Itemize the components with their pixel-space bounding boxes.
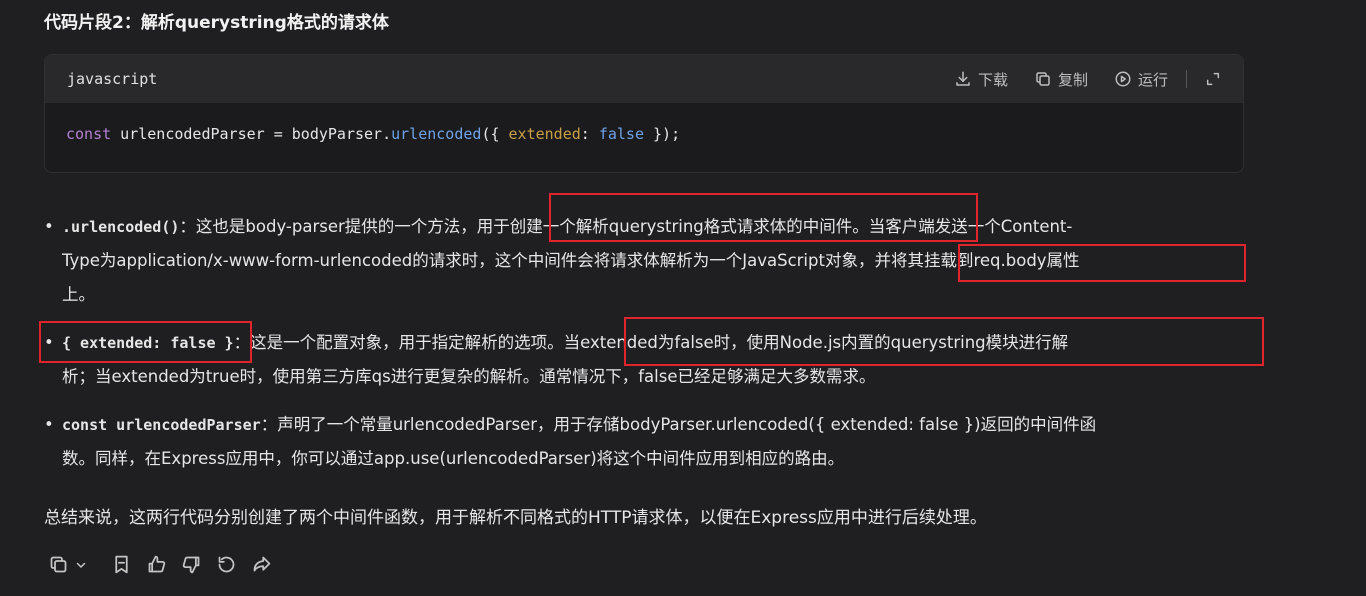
dislike-button[interactable] (181, 554, 202, 575)
code-keyword: const (66, 125, 112, 143)
chat-response: 代码片段2：解析querystring格式的请求体 javascript 下载 … (0, 0, 1366, 596)
code-boolean: false (598, 125, 644, 143)
expand-icon (1206, 72, 1220, 86)
copy-label: 复制 (1057, 70, 1088, 89)
list-item: { extended: false }：这是一个配置对象，用于指定解析的选项。当… (44, 326, 1244, 394)
copy-message-button[interactable] (48, 554, 69, 575)
code-text: urlencodedParser = bodyParser. (111, 125, 392, 143)
list-item-term: { extended: false } (62, 334, 234, 352)
thumbs-down-icon (182, 556, 200, 574)
list-item-text: ：这是一个配置对象，用于指定解析的选项。当extended为false时，使用N… (233, 333, 1069, 352)
list-item-text: ：声明了一个常量urlencodedParser，用于存储bodyParser.… (260, 415, 1097, 434)
copy-icon (1036, 72, 1050, 86)
list-item: .urlencoded()：这也是body-parser提供的一个方法，用于创建… (44, 210, 1244, 312)
list-item-term: .urlencoded() (62, 218, 180, 236)
code-property: extended (508, 125, 581, 143)
list-item-text: Type为application/x-www-form-urlencoded的请… (62, 251, 1080, 270)
code-header: javascript 下载 复制 运行 (45, 55, 1243, 103)
share-button[interactable] (251, 554, 272, 575)
code-content: const urlencodedParser = bodyParser.urle… (45, 103, 1243, 165)
code-text: ({ (481, 125, 509, 143)
list-item-term: const urlencodedParser (62, 416, 261, 434)
share-icon (253, 556, 271, 572)
explanation-list: .urlencoded()：这也是body-parser提供的一个方法，用于创建… (44, 210, 1244, 490)
code-language-label: javascript (67, 70, 158, 88)
list-item-text: 数。同样，在Express应用中，你可以通过app.use(urlencoded… (62, 449, 845, 468)
list-item-text: ：这也是body-parser提供的一个方法，用于创建一个解析querystri… (179, 217, 1073, 236)
code-text: }); (644, 125, 681, 143)
download-icon (956, 71, 970, 86)
run-button[interactable]: 运行 (1114, 69, 1168, 90)
action-divider (1186, 70, 1187, 88)
copy-code-button[interactable]: 复制 (1034, 69, 1088, 90)
regenerate-icon (218, 556, 235, 573)
list-item-text: 析；当extended为true时，使用第三方库qs进行更复杂的解析。通常情况下… (62, 367, 876, 386)
like-button[interactable] (146, 554, 167, 575)
list-item-text: 上。 (62, 285, 95, 304)
message-actions (48, 554, 286, 575)
section-heading: 代码片段2：解析querystring格式的请求体 (44, 13, 389, 33)
download-label: 下载 (977, 70, 1008, 89)
run-label: 运行 (1137, 70, 1168, 89)
download-button[interactable]: 下载 (954, 69, 1008, 90)
regenerate-button[interactable] (216, 554, 237, 575)
bookmark-button[interactable] (111, 554, 132, 575)
code-block: javascript 下载 复制 运行 const urlencodedPars… (44, 54, 1244, 173)
chevron-down-icon (76, 562, 86, 568)
summary-paragraph: 总结来说，这两行代码分别创建了两个中间件函数，用于解析不同格式的HTTP请求体，… (44, 508, 987, 528)
play-circle-icon (1115, 71, 1131, 87)
code-text: : (580, 125, 599, 143)
copy-options-button[interactable] (75, 559, 87, 571)
expand-button[interactable] (1205, 71, 1221, 87)
copy-icon (50, 556, 67, 573)
thumbs-up-icon (148, 555, 166, 573)
bookmark-icon (115, 555, 128, 574)
code-function: urlencoded (391, 125, 482, 143)
list-item: const urlencodedParser：声明了一个常量urlencoded… (44, 408, 1244, 476)
code-actions: 下载 复制 运行 (928, 69, 1221, 90)
